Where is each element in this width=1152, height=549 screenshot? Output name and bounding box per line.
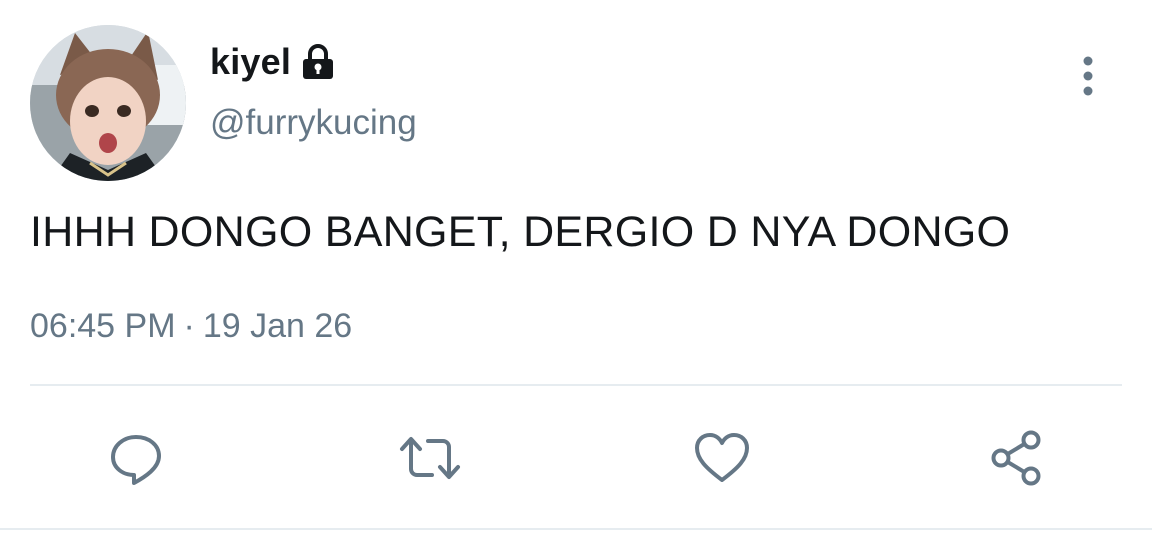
display-name[interactable]: kiyel — [210, 41, 291, 83]
like-icon — [695, 433, 749, 482]
tweet-time: 06:45 PM — [30, 307, 176, 345]
meta-separator: · — [183, 307, 195, 345]
tweet-date: 19 Jan 26 — [202, 307, 353, 345]
like-button[interactable] — [690, 428, 754, 488]
bottom-divider — [0, 528, 1152, 530]
tweet-card: kiyel @furrykucing IHHH DONGO BANGET, DE… — [0, 0, 1152, 549]
share-button[interactable] — [984, 428, 1048, 488]
share-icon — [991, 430, 1041, 486]
avatar[interactable] — [30, 25, 186, 181]
retweet-button[interactable] — [398, 428, 462, 488]
reply-icon — [111, 435, 161, 485]
name-row: kiyel — [210, 38, 335, 86]
user-handle[interactable]: @furrykucing — [210, 103, 417, 143]
retweet-icon — [400, 437, 460, 479]
tweet-timestamp[interactable]: 06:45 PM · 19 Jan 26 — [30, 307, 352, 346]
reply-button[interactable] — [104, 428, 168, 488]
more-options-icon[interactable] — [1068, 52, 1108, 100]
divider — [30, 384, 1122, 386]
avatar-image — [30, 25, 186, 181]
tweet-text: IHHH DONGO BANGET, DERGIO D NYA DONGO — [30, 208, 1011, 256]
lock-icon — [301, 43, 335, 81]
